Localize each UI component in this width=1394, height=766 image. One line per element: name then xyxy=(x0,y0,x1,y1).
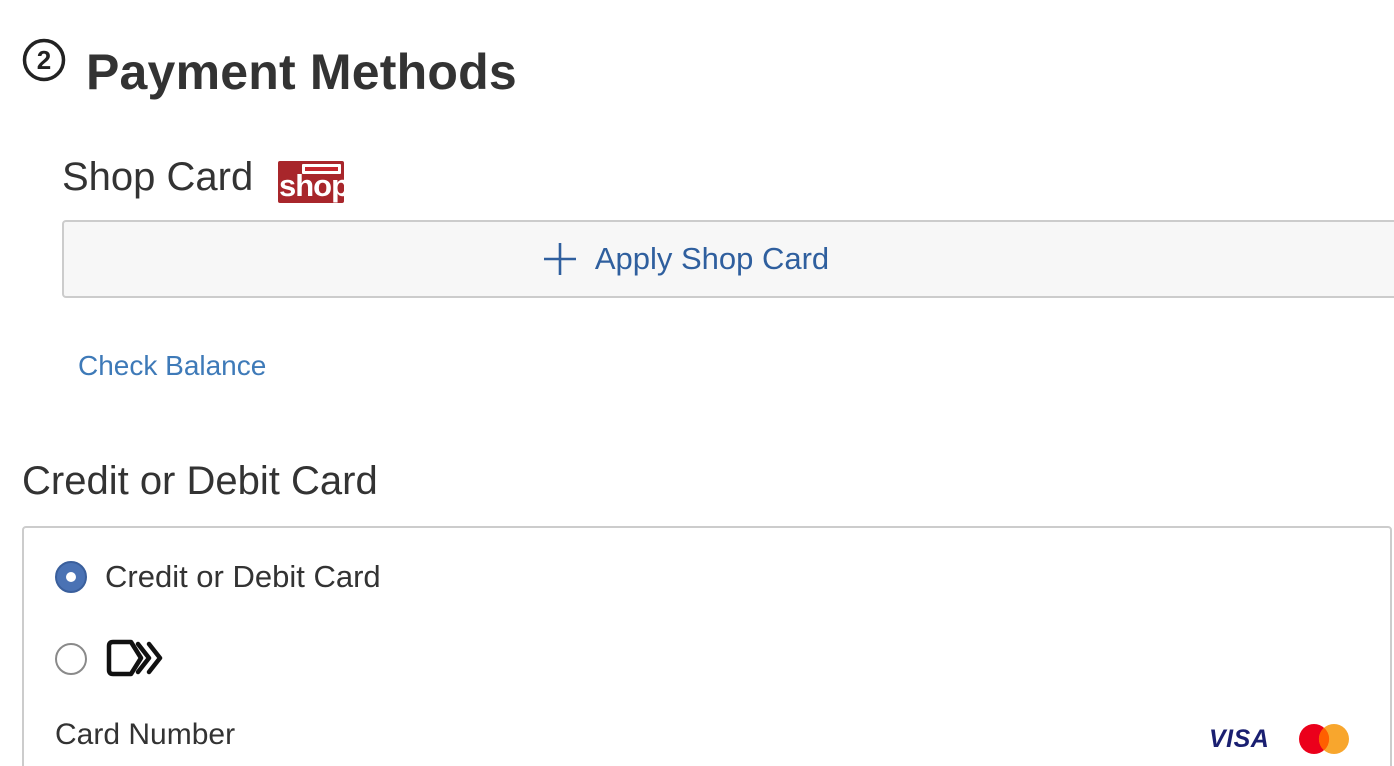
apply-shop-card-button[interactable]: Apply Shop Card xyxy=(62,220,1394,298)
shop-card-title: Shop Card xyxy=(62,155,254,199)
credit-card-panel: Credit or Debit Card Card Number VISA xyxy=(22,526,1392,766)
link-pay-radio[interactable] xyxy=(55,643,87,675)
apply-shop-card-label: Apply Shop Card xyxy=(594,241,830,276)
credit-debit-title: Credit or Debit Card xyxy=(22,459,378,503)
credit-debit-radio-label[interactable]: Credit or Debit Card xyxy=(105,558,381,596)
step-number: 2 xyxy=(37,45,51,75)
shop-logo-text: shop xyxy=(279,168,344,203)
step-number-icon: 2 xyxy=(22,38,66,82)
apply-button-content: Apply Shop Card xyxy=(543,241,829,277)
check-balance-link[interactable]: Check Balance xyxy=(78,348,266,384)
link-pay-icon[interactable] xyxy=(105,638,165,678)
credit-debit-radio[interactable] xyxy=(55,561,87,593)
card-number-label: Card Number xyxy=(55,718,236,751)
mastercard-logo xyxy=(1299,724,1349,754)
payment-methods-page: 2 Payment Methods Shop Card shop Apply S… xyxy=(0,0,1394,766)
plus-icon xyxy=(543,243,576,275)
page-title: Payment Methods xyxy=(86,44,517,100)
shop-card-logo: shop xyxy=(278,161,344,203)
visa-logo: VISA xyxy=(1209,725,1270,753)
